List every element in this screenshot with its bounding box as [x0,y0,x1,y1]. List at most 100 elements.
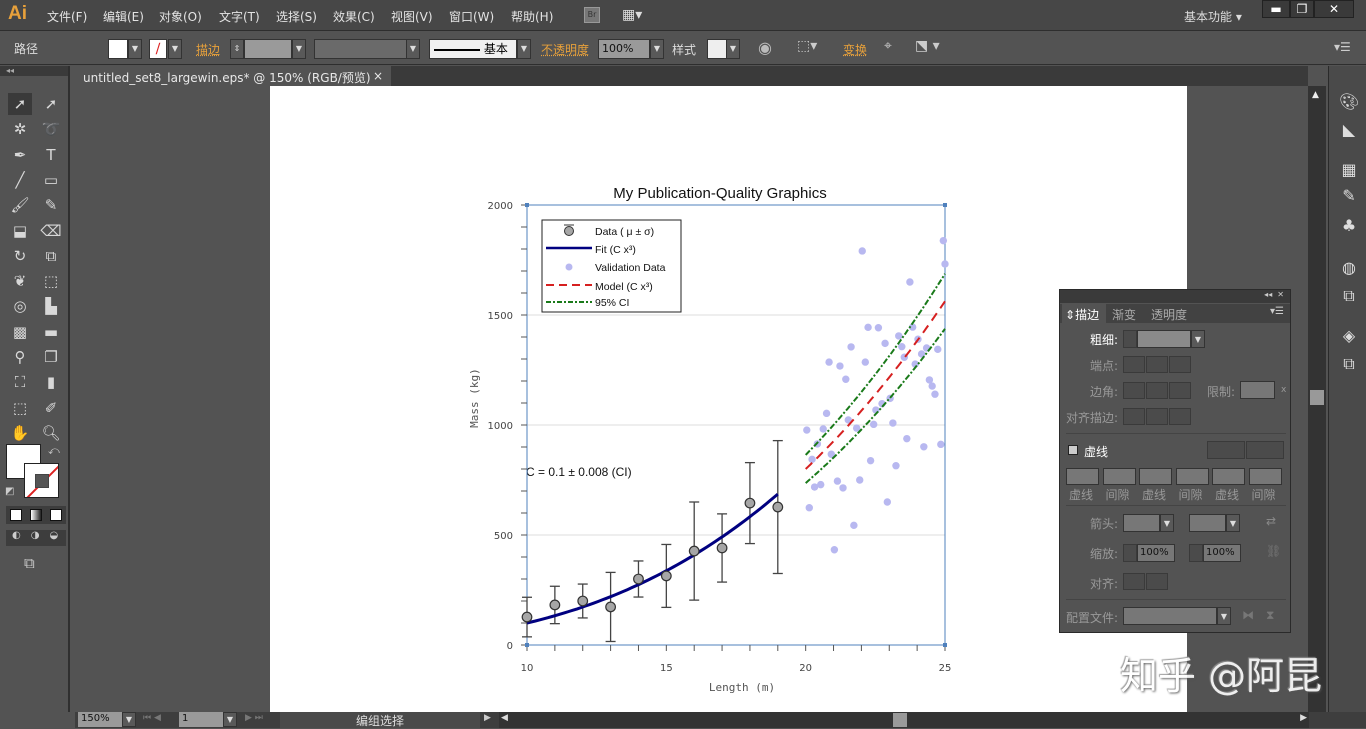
weight-stepper[interactable] [1123,330,1137,348]
start-scale-stepper[interactable] [1123,544,1137,562]
dash-gap-input[interactable] [1248,468,1282,485]
horizontal-scrollbar[interactable]: ◀ ▶ [499,712,1309,728]
profile-select[interactable] [1123,607,1217,625]
align-center-button[interactable] [1123,408,1145,425]
miter-join-button[interactable] [1123,382,1145,399]
tab-gradient[interactable]: 渐变 [1112,306,1136,323]
profile-dropdown[interactable]: ▼ [1217,607,1231,625]
arrow-place-button[interactable] [1146,573,1168,590]
appearance-icon[interactable]: ◍ [1339,258,1359,278]
validation-point [817,480,825,489]
next-page-icon[interactable]: ▶ ⏭ [245,713,263,723]
current-tool-status[interactable]: 编组选择 [280,712,480,728]
swap-arrowheads-icon[interactable]: ⇄ [1266,514,1276,528]
dash-gap-input[interactable] [1139,468,1172,485]
arrow-align-label: 对齐: [1090,577,1119,591]
divider [1066,599,1286,600]
limit-unit: x [1281,385,1287,395]
limit-label: 限制: [1207,385,1236,399]
flip-along-icon[interactable]: ⧓ [1242,608,1254,622]
color-guide-icon[interactable]: ◣ [1339,120,1359,140]
scroll-left-icon[interactable]: ◀ [501,713,508,723]
color-panel-icon[interactable]: 🎨︎ [1339,92,1359,112]
divider [1066,433,1286,434]
brushes-icon[interactable]: ✎ [1339,186,1359,206]
scrollbar-thumb[interactable] [1310,390,1324,405]
projecting-cap-button[interactable] [1169,356,1191,373]
scroll-right-icon[interactable]: ▶ [1300,713,1307,723]
page-input[interactable]: 1 [179,712,223,727]
end-scale-stepper[interactable] [1189,544,1203,562]
scroll-up-icon[interactable]: ▲ [1312,90,1319,100]
validation-point [895,332,903,340]
dash-gap-input[interactable] [1175,468,1209,485]
data-point [633,573,644,585]
x-tick-label: 10 [521,663,534,674]
start-arrowhead-select[interactable] [1123,514,1160,532]
layers-icon[interactable]: ◈ [1339,326,1359,346]
weight-input[interactable] [1137,330,1191,348]
tab-stroke-label: 描边 [1075,308,1100,322]
limit-input[interactable] [1240,381,1275,399]
link-scale-icon[interactable]: ⛓ [1266,544,1281,558]
validation-point [833,477,842,485]
validation-point [869,420,878,429]
zoom-dropdown[interactable]: ▼ [122,712,136,727]
validation-point [803,426,811,434]
round-join-button[interactable] [1146,382,1168,399]
panel-tabs: ⇕描边 渐变 透明度 ▾☰ [1060,304,1290,323]
panel-titlebar[interactable]: ◂◂ ✕ [1060,290,1290,303]
y-tick-label: 0 [507,641,513,652]
fit-annotation: C = 0.1 ± 0.008 (CI) [526,465,632,479]
first-page-icon[interactable]: ⏮ ◀ [143,713,161,723]
symbols-icon[interactable]: ♣ [1339,216,1359,236]
validation-point [874,324,883,332]
dash-gap-label: 虚线 [1142,488,1167,502]
artboards-icon[interactable]: ⧉ [1339,354,1359,374]
zoom-input[interactable]: 150% [78,712,122,727]
bevel-join-button[interactable] [1169,382,1191,399]
dashed-line-checkbox[interactable] [1068,445,1078,455]
end-arrowhead-dropdown[interactable]: ▼ [1226,514,1240,532]
align-dash-button[interactable] [1246,441,1284,459]
preserve-dash-button[interactable] [1207,441,1245,459]
watermark: 知乎 @阿昆 [1120,654,1323,698]
legend-label-ci: 95% CI [595,297,629,309]
dash-gap-input[interactable] [1066,468,1099,485]
end-arrowhead-select[interactable] [1189,514,1226,532]
selection-handle [943,203,947,207]
validation-point [920,443,928,451]
start-arrowhead-dropdown[interactable]: ▼ [1160,514,1174,532]
arrow-extend-button[interactable] [1123,573,1145,590]
validation-point [822,409,831,418]
dash-gap-label: 虚线 [1215,488,1240,502]
page-dropdown[interactable]: ▼ [223,712,237,727]
round-cap-button[interactable] [1146,356,1168,373]
flip-across-icon[interactable]: ⧗ [1266,608,1274,623]
selection-handle [525,203,529,207]
dash-gap-input[interactable] [1212,468,1245,485]
start-scale-input[interactable]: 100% [1137,544,1175,562]
validation-point [934,345,942,354]
corner-label: 边角: [1090,385,1119,399]
validation-point [889,419,897,427]
swatches-icon[interactable]: ▦ [1339,160,1359,180]
vertical-scrollbar[interactable]: ▲ [1308,86,1326,712]
transform-panel-icon[interactable]: ⧉ [1339,286,1359,306]
tab-transparency[interactable]: 透明度 [1151,306,1187,323]
dash-gap-label: 间隙 [1105,488,1130,502]
butt-cap-button[interactable] [1123,356,1145,373]
hscroll-thumb[interactable] [893,713,907,727]
legend-marker-data [564,226,574,236]
weight-dropdown[interactable]: ▼ [1191,330,1205,348]
end-scale-input[interactable]: 100% [1203,544,1241,562]
validation-point [881,339,889,348]
weight-label: 粗细: [1090,333,1119,347]
align-inside-button[interactable] [1146,408,1168,425]
validation-point [842,375,850,383]
panel-menu-icon[interactable]: ▾☰ [1270,306,1284,317]
dash-gap-input[interactable] [1102,468,1136,485]
tab-stroke[interactable]: ⇕描边 [1062,304,1106,323]
status-menu-arrow[interactable]: ▶ [484,713,491,723]
align-outside-button[interactable] [1169,408,1191,425]
